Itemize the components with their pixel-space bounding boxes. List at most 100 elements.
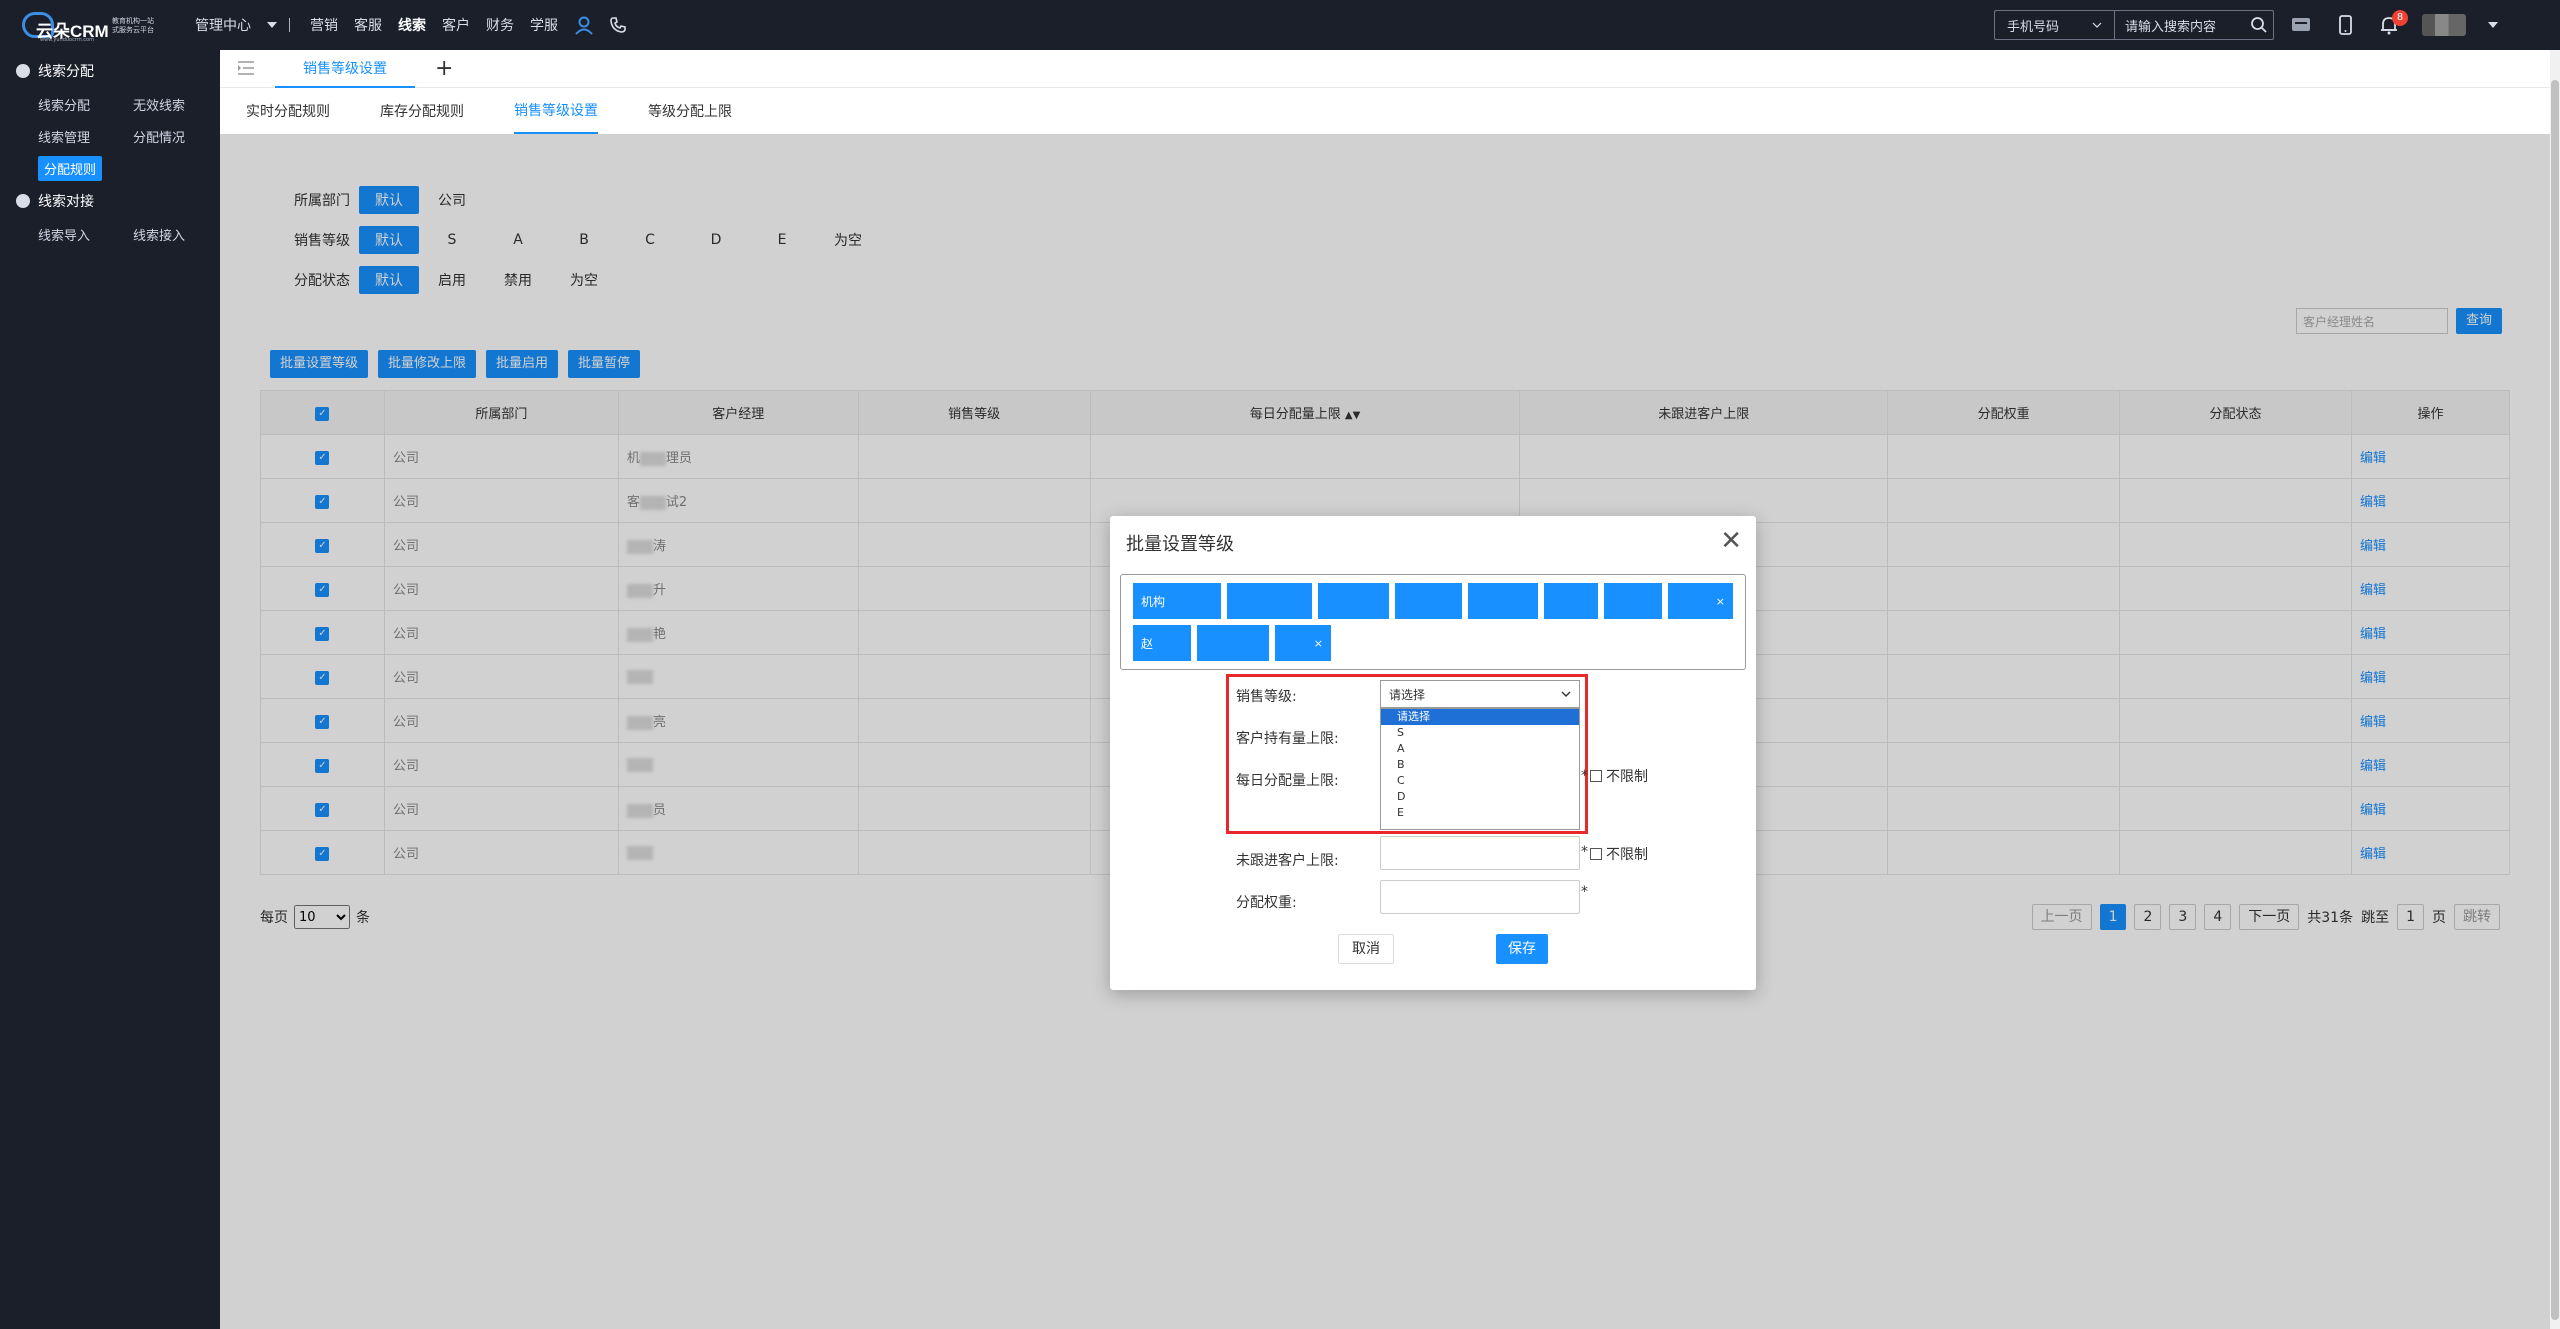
notification-bell[interactable]: 8 xyxy=(2378,10,2408,36)
add-tab-button[interactable]: + xyxy=(435,56,453,81)
sidebar-group-label: 线索对接 xyxy=(38,194,94,210)
close-icon[interactable]: × xyxy=(1716,595,1725,608)
tab-sales-level-settings[interactable]: 销售等级设置 xyxy=(275,50,415,88)
notification-badge: 8 xyxy=(2392,10,2408,26)
selected-manager-tag[interactable] xyxy=(1227,583,1312,619)
avatar[interactable] xyxy=(2422,14,2466,36)
nav-finance[interactable]: 财务 xyxy=(486,15,514,35)
dropdown-option[interactable]: A xyxy=(1381,741,1579,757)
phone-icon[interactable] xyxy=(608,15,628,35)
unfollow-limit-input[interactable] xyxy=(1380,836,1580,870)
level-select-value: 请选择 xyxy=(1389,687,1426,702)
subtab-level-limit[interactable]: 等级分配上限 xyxy=(648,88,732,134)
selected-manager-tag[interactable]: 赵 xyxy=(1133,625,1191,661)
selected-manager-tag[interactable]: × xyxy=(1275,625,1331,661)
level-dropdown-list: 请选择 S A B C D E xyxy=(1380,708,1580,830)
selected-manager-tag[interactable] xyxy=(1317,583,1389,619)
level-select[interactable]: 请选择 xyxy=(1380,680,1580,708)
selected-manager-tag[interactable]: × xyxy=(1667,583,1733,619)
sidebar-group-lead-integration[interactable]: 线索对接 xyxy=(0,184,220,218)
nav-customer[interactable]: 客户 xyxy=(442,15,470,35)
subtab-stock-rules[interactable]: 库存分配规则 xyxy=(380,88,464,134)
logo-slogan-line2: 式服务云平台 xyxy=(112,26,154,34)
sidebar-item-label: 线索导入 xyxy=(38,228,91,244)
nav-student-service[interactable]: 学服 xyxy=(530,15,558,35)
selected-manager-tag[interactable] xyxy=(1468,583,1538,619)
message-icon[interactable] xyxy=(2290,14,2312,36)
dropdown-option[interactable]: 请选择 xyxy=(1381,709,1579,725)
search-type-select[interactable]: 手机号码 xyxy=(1995,11,2115,39)
unfollow-limit-label: 未跟进客户上限: xyxy=(1236,853,1339,869)
cancel-button[interactable]: 取消 xyxy=(1338,934,1394,964)
sidebar-item-lead-access[interactable]: 线索接入 xyxy=(133,218,228,250)
selected-manager-tag[interactable] xyxy=(1543,583,1598,619)
no-limit-checkbox[interactable] xyxy=(1590,770,1602,782)
search-input[interactable]: 请输入搜索内容 xyxy=(2115,16,2245,35)
page-scrollbar[interactable] xyxy=(2550,50,2560,1329)
logo-slogan-line1: 教育机构一站 xyxy=(112,17,154,25)
subtab-sales-level[interactable]: 销售等级设置 xyxy=(514,88,598,134)
dropdown-option[interactable]: B xyxy=(1381,757,1579,773)
search-icon[interactable] xyxy=(2245,11,2273,39)
sidebar-item-assign-rules[interactable]: 分配规则 xyxy=(38,152,133,184)
subtab-realtime-rules[interactable]: 实时分配规则 xyxy=(246,88,330,134)
daily-no-limit[interactable]: 不限制 xyxy=(1590,766,1648,786)
dropdown-option[interactable]: C xyxy=(1381,773,1579,789)
sidebar-item-label: 分配情况 xyxy=(133,130,186,146)
sub-tabs: 实时分配规则 库存分配规则 销售等级设置 等级分配上限 xyxy=(220,88,2550,134)
nav-marketing[interactable]: 营销 xyxy=(310,15,338,35)
sidebar-group-lead-distribution[interactable]: 线索分配 xyxy=(0,54,220,88)
no-limit-checkbox[interactable] xyxy=(1590,848,1602,860)
sidebar-item-lead-import[interactable]: 线索导入 xyxy=(38,218,133,250)
sidebar-item-assign-status[interactable]: 分配情况 xyxy=(133,120,228,152)
sidebar-item-lead-assign[interactable]: 线索分配 xyxy=(38,88,133,120)
group-icon xyxy=(16,194,30,208)
selected-manager-tag[interactable] xyxy=(1197,625,1269,661)
sidebar-item-label: 分配规则 xyxy=(38,155,103,181)
top-right-icons: 8 xyxy=(2290,0,2498,50)
hold-limit-label: 客户持有量上限: xyxy=(1236,731,1339,747)
logo-url: www.yunduocrm.com xyxy=(40,37,94,43)
level-label: 销售等级: xyxy=(1236,689,1297,705)
unfollow-no-limit[interactable]: 不限制 xyxy=(1590,844,1648,864)
close-icon[interactable]: × xyxy=(1314,637,1323,650)
sidebar-item-invalid-leads[interactable]: 无效线索 xyxy=(133,88,228,120)
chevron-down-icon[interactable] xyxy=(2488,22,2498,28)
nav-service[interactable]: 客服 xyxy=(354,15,382,35)
sidebar: 线索分配 线索分配 无效线索 线索管理 分配情况 分配规则 线索对接 线索导入 … xyxy=(0,50,220,1329)
sidebar-item-lead-manage[interactable]: 线索管理 xyxy=(38,120,133,152)
nav-divider xyxy=(289,18,290,32)
mobile-icon[interactable] xyxy=(2334,14,2356,36)
global-search: 手机号码 请输入搜索内容 xyxy=(1994,10,2274,40)
chevron-down-icon xyxy=(2092,22,2102,28)
dropdown-option[interactable]: S xyxy=(1381,725,1579,741)
required-mark: * xyxy=(1581,844,1588,860)
no-limit-label: 不限制 xyxy=(1606,769,1648,785)
dropdown-option[interactable]: D xyxy=(1381,789,1579,805)
nav-leads[interactable]: 线索 xyxy=(398,15,426,35)
selected-manager-tag[interactable] xyxy=(1394,583,1463,619)
save-button[interactable]: 保存 xyxy=(1496,934,1548,964)
daily-limit-label: 每日分配量上限: xyxy=(1236,773,1339,789)
required-mark: * xyxy=(1581,768,1588,784)
sidebar-item-label: 无效线索 xyxy=(133,98,186,114)
nav-admin-center[interactable]: 管理中心 xyxy=(195,15,251,35)
weight-input[interactable] xyxy=(1380,880,1580,914)
dropdown-option[interactable]: E xyxy=(1381,805,1579,821)
dialog-title: 批量设置等级 xyxy=(1126,534,1234,555)
tag-label: 机构 xyxy=(1141,594,1166,609)
scrollbar-thumb[interactable] xyxy=(2551,80,2559,1320)
selected-manager-tag[interactable]: 机构 xyxy=(1133,583,1222,619)
menu-toggle-icon[interactable] xyxy=(238,61,254,75)
user-icon[interactable] xyxy=(574,15,594,35)
sidebar-item-label: 线索接入 xyxy=(133,228,186,244)
weight-label: 分配权重: xyxy=(1236,895,1297,911)
close-icon[interactable]: ✕ xyxy=(1720,526,1742,556)
group-icon xyxy=(16,64,30,78)
top-nav: 管理中心 营销 客服 线索 客户 财务 学服 xyxy=(195,0,642,50)
search-type-value: 手机号码 xyxy=(2007,19,2060,35)
chevron-down-icon[interactable] xyxy=(267,22,277,28)
top-bar: 云朵CRM 教育机构一站 式服务云平台 www.yunduocrm.com 管理… xyxy=(0,0,2560,50)
selected-manager-tag[interactable] xyxy=(1603,583,1662,619)
logo[interactable]: 云朵CRM 教育机构一站 式服务云平台 www.yunduocrm.com xyxy=(22,10,162,43)
